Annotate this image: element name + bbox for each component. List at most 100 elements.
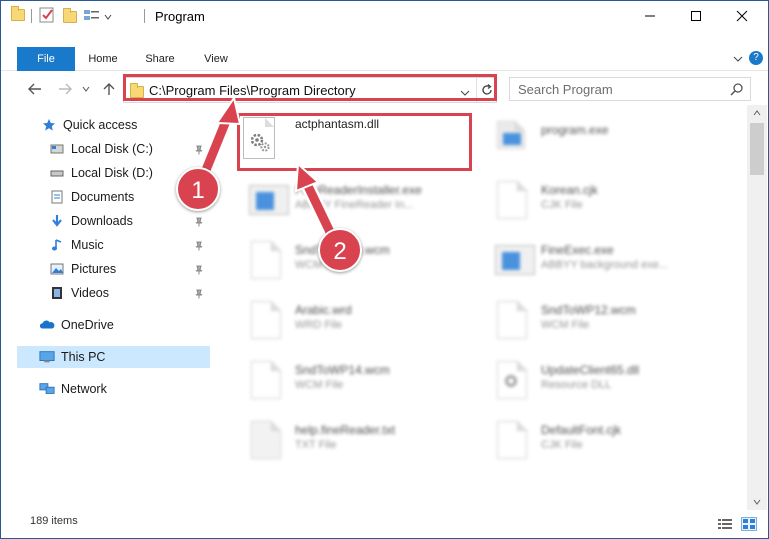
tab-share[interactable]: Share (139, 47, 181, 71)
step-1-badge: 1 (176, 167, 220, 211)
folder-icon (11, 6, 25, 21)
sidebar-item-quick-access[interactable]: Quick access (41, 114, 137, 136)
title-bar: Program (1, 1, 768, 31)
file-item[interactable]: help.fineReader.txt TXT File (237, 413, 477, 461)
pin-icon[interactable] (194, 288, 204, 302)
file-type: CJK File (541, 199, 583, 211)
star-icon (41, 117, 57, 133)
file-type: WCM File (295, 379, 344, 391)
document-file-icon (495, 299, 529, 339)
sidebar-item-label: This PC (61, 350, 106, 364)
file-type: TXT File (295, 439, 337, 451)
maximize-button[interactable] (673, 1, 719, 31)
properties-icon[interactable] (39, 7, 55, 23)
sidebar-item-network[interactable]: Network (39, 378, 107, 400)
sidebar-item-label: Quick access (63, 118, 138, 132)
sidebar-item-label: Local Disk (C:) (71, 142, 153, 156)
file-type: CJK File (541, 439, 583, 451)
pin-icon[interactable] (194, 144, 204, 158)
close-button[interactable] (719, 1, 765, 31)
cloud-icon (39, 317, 55, 333)
search-box[interactable]: Search Program (509, 77, 751, 101)
sidebar-item-local-disk-d[interactable]: Local Disk (D:) (49, 162, 153, 184)
divider (144, 9, 145, 23)
customize-toolbar-dropdown-icon[interactable] (104, 10, 112, 24)
window-title: Program (155, 9, 205, 24)
tiles-view-icon[interactable] (741, 517, 757, 531)
file-item[interactable]: SndToWP12.wcm WCM File (483, 293, 723, 341)
navigation-bar: C:\Program Files\Program Directory Searc… (1, 73, 768, 105)
sidebar-item-pictures[interactable]: Pictures (49, 258, 217, 280)
file-highlight-box (237, 113, 472, 171)
exe-file-icon (495, 239, 535, 279)
file-name: Korean.cjk (541, 183, 598, 197)
sidebar-item-label: Downloads (71, 214, 133, 228)
file-item[interactable]: Arabic.wrd WRD File (237, 293, 477, 341)
sidebar-item-videos[interactable]: Videos (49, 282, 217, 304)
vertical-scrollbar[interactable] (747, 105, 767, 510)
pictures-icon (49, 261, 65, 277)
pin-icon[interactable] (194, 216, 204, 230)
sidebar-item-label: Documents (71, 190, 135, 204)
sidebar-item-downloads[interactable]: Downloads (49, 210, 217, 232)
file-type: WCM File (541, 319, 590, 331)
new-folder-icon[interactable] (63, 8, 77, 23)
file-type: ABBYY FineReader In... (295, 199, 414, 211)
file-name: help.fineReader.txt (295, 423, 396, 437)
address-path[interactable]: C:\Program Files\Program Directory (149, 83, 356, 98)
videos-icon (49, 285, 65, 301)
divider (31, 9, 32, 23)
pin-icon[interactable] (194, 264, 204, 278)
file-item[interactable]: FineReaderInstaller.exe ABBYY FineReader… (237, 173, 477, 221)
drive-icon (49, 141, 65, 157)
forward-button[interactable] (55, 79, 75, 99)
file-item[interactable]: FineExec.exe ABBYY background exe... (483, 233, 723, 281)
explorer-window: Program File Home Share View ? C:\Progra… (0, 0, 769, 539)
file-item[interactable]: Korean.cjk CJK File (483, 173, 723, 221)
search-placeholder[interactable]: Search Program (518, 82, 613, 97)
address-bar[interactable]: C:\Program Files\Program Directory (123, 77, 497, 103)
sidebar-item-label: Videos (71, 286, 109, 300)
tab-view[interactable]: View (197, 47, 235, 71)
search-icon[interactable] (730, 82, 744, 99)
file-type: ABBYY background exe... (541, 259, 668, 271)
address-dropdown-icon[interactable] (460, 86, 470, 100)
tab-home[interactable]: Home (83, 47, 123, 71)
refresh-button[interactable] (476, 78, 496, 102)
sidebar-item-music[interactable]: Music (49, 234, 217, 256)
dll-file-icon (495, 359, 529, 399)
documents-icon (49, 189, 65, 205)
sidebar-item-label: Local Disk (D:) (71, 166, 153, 180)
file-name: FineReaderInstaller.exe (295, 183, 422, 197)
pin-icon[interactable] (194, 240, 204, 254)
file-item[interactable]: program.exe (483, 113, 723, 161)
step-2-badge: 2 (318, 228, 362, 272)
sidebar-item-local-disk-c[interactable]: Local Disk (C:) (49, 138, 217, 160)
help-icon[interactable]: ? (749, 51, 763, 65)
details-view-icon[interactable] (717, 517, 733, 531)
expand-ribbon-icon[interactable] (732, 53, 744, 67)
scroll-up-icon[interactable] (747, 105, 767, 121)
minimize-button[interactable] (627, 1, 673, 31)
file-name: Arabic.wrd (295, 303, 352, 317)
scrollbar-thumb[interactable] (750, 123, 764, 175)
file-type: Resource DLL (541, 379, 612, 391)
sidebar-item-this-pc[interactable]: This PC (39, 346, 105, 368)
file-name: DefaultFont.cjk (541, 423, 622, 437)
file-item[interactable]: DefaultFont.cjk CJK File (483, 413, 723, 461)
file-name: SndToWP14.wcm (295, 363, 390, 377)
back-button[interactable] (25, 79, 45, 99)
file-item[interactable]: UpdateClient65.dll Resource DLL (483, 353, 723, 401)
item-count: 189 items (30, 515, 78, 527)
tab-file[interactable]: File (17, 47, 75, 71)
sidebar-item-onedrive[interactable]: OneDrive (39, 314, 114, 336)
text-file-icon (249, 419, 283, 459)
scroll-down-icon[interactable] (747, 494, 767, 510)
document-file-icon (249, 359, 283, 399)
download-icon (49, 213, 65, 229)
sidebar-item-label: Pictures (71, 262, 117, 276)
quick-access-toolbar-icon[interactable] (83, 8, 101, 24)
recent-locations-dropdown-icon[interactable] (79, 79, 93, 99)
file-item[interactable]: SndToWP14.wcm WCM File (237, 353, 477, 401)
up-button[interactable] (99, 79, 119, 99)
